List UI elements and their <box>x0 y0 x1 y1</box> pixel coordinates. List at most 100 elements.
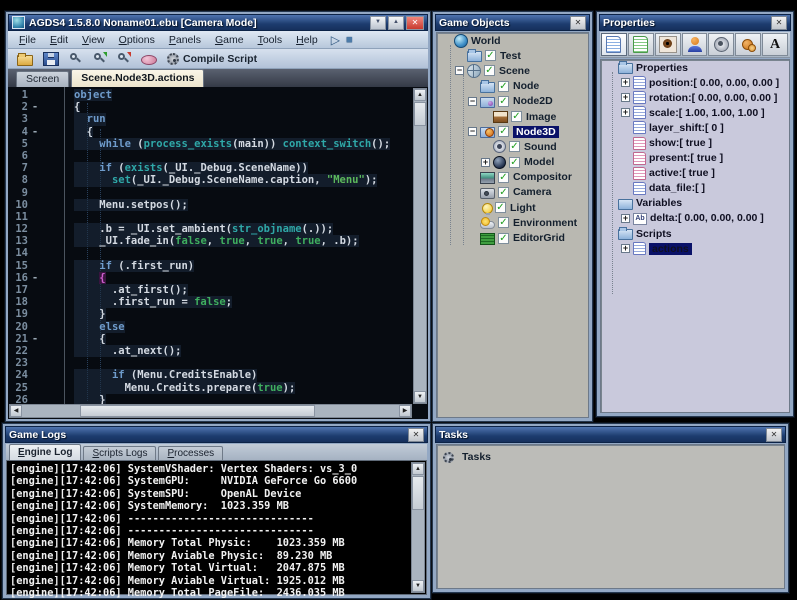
code-area[interactable]: 1object2-{3 run4- {5 while (process_exis… <box>8 89 412 406</box>
checkbox[interactable]: ✓ <box>498 187 509 198</box>
game-objects-tree[interactable]: World✓Test−✓Scene✓Node−✓Node2D✓Image−✓No… <box>436 32 589 418</box>
scroll-down-button[interactable]: ▼ <box>412 580 424 592</box>
fold-marker[interactable]: - <box>28 272 42 284</box>
open-file-button[interactable] <box>13 51 37 67</box>
tab-screen[interactable]: Screen <box>16 71 69 87</box>
properties-titlebar[interactable]: Properties ✕ <box>599 14 791 31</box>
expand-icon[interactable]: + <box>481 158 490 167</box>
props-tab-fonts[interactable]: A <box>762 33 788 56</box>
checkbox[interactable]: ✓ <box>498 96 509 107</box>
property-scale[interactable]: +scale:[ 1.00, 1.00, 1.00 ] <box>601 105 789 120</box>
property-variables[interactable]: Variables <box>601 196 789 211</box>
tree-item-environment[interactable]: ✓Environment <box>437 215 588 230</box>
tasks-root-item[interactable]: Tasks <box>443 449 784 465</box>
tree-item-camera[interactable]: ✓Camera <box>437 185 588 200</box>
code-editor[interactable]: 1object2-{3 run4- {5 while (process_exis… <box>8 87 428 419</box>
log-tab-scripts-logs[interactable]: Scripts Logs <box>83 446 156 460</box>
expand-icon[interactable]: + <box>621 244 630 253</box>
log-vscrollbar[interactable]: ▲ ▼ <box>411 462 425 593</box>
collapse-icon[interactable]: − <box>468 127 477 136</box>
property-data-file[interactable]: data_file:[ ] <box>601 181 789 196</box>
checkbox[interactable]: ✓ <box>495 202 506 213</box>
tree-item-image[interactable]: ✓Image <box>437 109 588 124</box>
vscroll-thumb[interactable] <box>414 102 426 126</box>
checkbox[interactable]: ✓ <box>509 157 520 168</box>
property-position[interactable]: +position:[ 0.00, 0.00, 0.00 ] <box>601 75 789 90</box>
tree-item-sound[interactable]: ✓Sound <box>437 139 588 154</box>
fold-marker[interactable]: - <box>28 101 42 113</box>
game-objects-titlebar[interactable]: Game Objects ✕ <box>435 14 590 31</box>
checkbox[interactable]: ✓ <box>509 141 520 152</box>
save-button[interactable] <box>39 51 63 67</box>
tree-item-light[interactable]: ✓Light <box>437 200 588 215</box>
menu-options[interactable]: Options <box>112 33 162 47</box>
stop-icon[interactable]: ■ <box>346 35 353 45</box>
checkbox[interactable]: ✓ <box>498 172 509 183</box>
play-icon[interactable]: ▷ <box>331 35 340 45</box>
property-show[interactable]: show:[ true ] <box>601 135 789 150</box>
tasks-body[interactable]: Tasks <box>436 444 785 589</box>
log-tab-processes[interactable]: Processes <box>158 446 223 460</box>
menu-game[interactable]: Game <box>208 33 251 47</box>
log-tab-engine-log[interactable]: Engine Log <box>9 444 81 460</box>
collapse-icon[interactable]: − <box>468 97 477 106</box>
property-active[interactable]: active:[ true ] <box>601 166 789 181</box>
minimize-button[interactable]: ▼ <box>370 16 386 30</box>
scroll-left-button[interactable]: ◀ <box>10 405 22 417</box>
expand-icon[interactable]: + <box>621 214 630 223</box>
checkbox[interactable]: ✓ <box>498 217 509 228</box>
compile-script-button[interactable]: Compile Script <box>163 52 261 66</box>
close-icon[interactable]: ✕ <box>771 16 787 30</box>
menu-tools[interactable]: Tools <box>251 33 290 47</box>
close-button[interactable]: ✕ <box>406 16 424 30</box>
close-icon[interactable]: ✕ <box>570 16 586 30</box>
property-actions[interactable]: +actions <box>601 241 789 256</box>
game-logs-titlebar[interactable]: Game Logs ✕ <box>5 426 428 443</box>
expand-icon[interactable]: + <box>621 93 630 102</box>
checkbox[interactable]: ✓ <box>484 65 495 76</box>
props-tab-extended[interactable] <box>628 33 654 56</box>
tree-item-compositor[interactable]: ✓Compositor <box>437 170 588 185</box>
vscroll-thumb[interactable] <box>412 476 424 510</box>
checkbox[interactable]: ✓ <box>485 50 496 61</box>
props-tab-view[interactable] <box>655 33 681 56</box>
props-tab-sound[interactable] <box>708 33 734 56</box>
zoom-out-button[interactable] <box>113 51 135 66</box>
tree-item-node[interactable]: ✓Node <box>437 79 588 94</box>
tree-item-world[interactable]: World <box>437 33 588 48</box>
close-icon[interactable]: ✕ <box>766 428 782 442</box>
props-tab-plugins[interactable] <box>735 33 761 56</box>
menu-file[interactable]: File <box>12 33 43 47</box>
expand-icon[interactable]: + <box>621 108 630 117</box>
scroll-down-button[interactable]: ▼ <box>414 391 426 403</box>
editor-hscrollbar[interactable]: ◀ ▶ <box>9 404 412 418</box>
scroll-up-button[interactable]: ▲ <box>414 89 426 101</box>
tree-item-node2d[interactable]: −✓Node2D <box>437 94 588 109</box>
hscroll-thumb[interactable] <box>80 405 315 417</box>
palette-button[interactable] <box>137 51 161 66</box>
editor-vscrollbar[interactable]: ▲ ▼ <box>413 88 427 404</box>
log-output[interactable]: [engine][17:42:06] SystemVShader: Vertex… <box>6 460 427 595</box>
property-rotation[interactable]: +rotation:[ 0.00, 0.00, 0.00 ] <box>601 90 789 105</box>
property-layer-shift[interactable]: layer_shift:[ 0 ] <box>601 120 789 135</box>
maximize-button[interactable]: ▲ <box>388 16 404 30</box>
property-delta[interactable]: +Abdelta:[ 0.00, 0.00, 0.00 ] <box>601 211 789 226</box>
zoom-button[interactable] <box>65 51 87 66</box>
menu-view[interactable]: View <box>75 33 112 47</box>
tree-item-test[interactable]: ✓Test <box>437 48 588 63</box>
fold-marker[interactable]: - <box>28 333 42 345</box>
expand-icon[interactable]: + <box>621 78 630 87</box>
property-present[interactable]: present:[ true ] <box>601 151 789 166</box>
props-tab-general[interactable] <box>601 33 627 56</box>
checkbox[interactable]: ✓ <box>498 81 509 92</box>
scroll-up-button[interactable]: ▲ <box>412 463 424 475</box>
scroll-right-button[interactable]: ▶ <box>399 405 411 417</box>
props-tab-user[interactable] <box>682 33 708 56</box>
checkbox[interactable]: ✓ <box>498 126 509 137</box>
properties-tree[interactable]: Properties+position:[ 0.00, 0.00, 0.00 ]… <box>600 59 790 413</box>
tree-item-node3d[interactable]: −✓Node3D <box>437 124 588 139</box>
tasks-titlebar[interactable]: Tasks ✕ <box>435 426 786 443</box>
tree-item-model[interactable]: +✓Model <box>437 155 588 170</box>
tree-item-scene[interactable]: −✓Scene <box>437 63 588 78</box>
fold-marker[interactable]: - <box>28 126 42 138</box>
